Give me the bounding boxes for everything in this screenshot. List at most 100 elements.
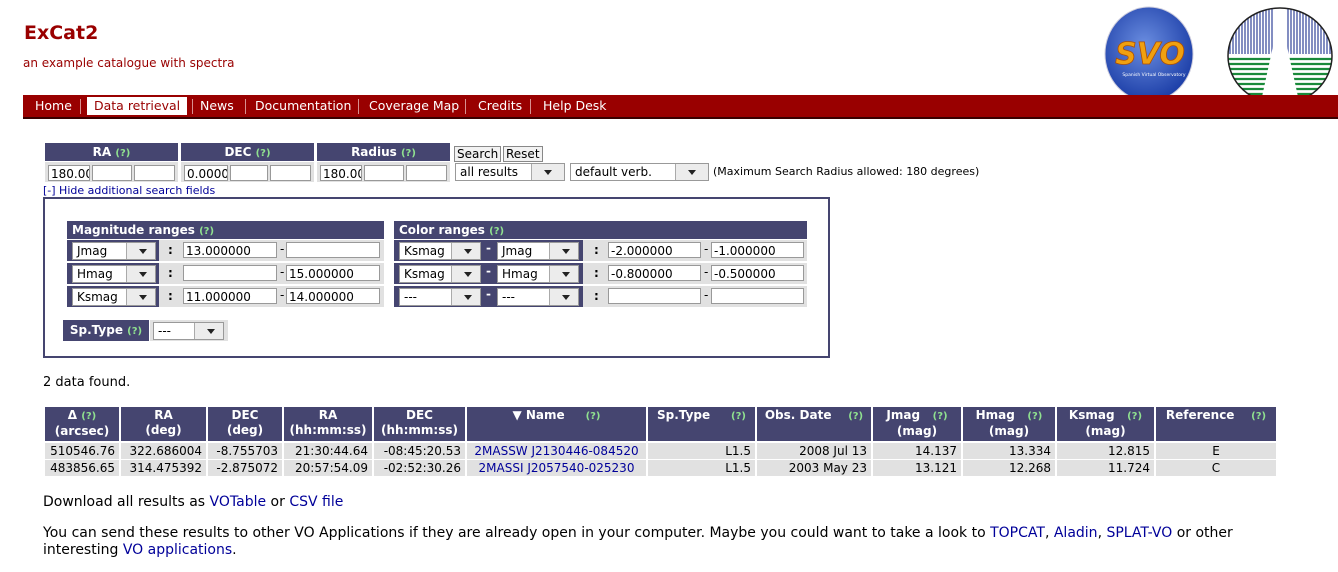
color-band-b-select-3[interactable]: --- [497, 288, 579, 306]
nav-coverage-map[interactable]: Coverage Map [369, 95, 459, 117]
table-cell: 322.686004 [121, 443, 206, 459]
chevron-down-icon [126, 266, 155, 282]
dec-seconds-input[interactable] [270, 165, 311, 181]
color-max-input-2[interactable]: -0.500000 [711, 265, 804, 281]
table-cell: L1.5 [648, 443, 755, 459]
aladin-link[interactable]: Aladin [1054, 525, 1098, 541]
dec-degrees-input[interactable]: 0.0000 [184, 165, 228, 181]
col-header-name[interactable]: ▼ Name (?) [467, 407, 646, 441]
col-header-dec-hms[interactable]: DEC (hh:mm:ss) [374, 407, 465, 441]
radius-header: Radius (?) [317, 143, 450, 161]
colon-separator: : [168, 289, 173, 303]
color-band-b-select-2[interactable]: Hmag [497, 265, 579, 283]
col-header-obs-date[interactable]: Obs. Date (?) [757, 407, 871, 441]
color-band-a-select-1[interactable]: Ksmag [399, 242, 481, 260]
color-max-input-1[interactable]: -1.000000 [711, 242, 804, 258]
results-select[interactable]: all results [455, 163, 565, 181]
svo-logo[interactable]: SVO Spanish Virtual Observatory [1104, 6, 1194, 102]
dash-separator: - [280, 265, 285, 279]
dec-minutes-input[interactable] [230, 165, 268, 181]
votable-link[interactable]: VOTable [210, 494, 267, 510]
search-button[interactable]: Search [454, 146, 502, 162]
col-header-reference[interactable]: Reference (?) [1156, 407, 1276, 441]
colon-separator: : [168, 266, 173, 280]
mag-help[interactable]: (?) [199, 226, 214, 237]
color-band-a-select-2[interactable]: Ksmag [399, 265, 481, 283]
col-header-hmag[interactable]: Hmag (?) (mag) [963, 407, 1055, 441]
dash-separator: - [280, 242, 285, 256]
object-name-link[interactable]: 2MASSI J2057540-025230 [479, 461, 635, 475]
reset-button[interactable]: Reset [503, 146, 543, 162]
radius-min-input[interactable] [364, 165, 404, 181]
table-cell: 21:30:44.64 [284, 443, 372, 459]
ra-minutes-input[interactable] [92, 165, 132, 181]
radius-help[interactable]: (?) [401, 148, 416, 159]
nav-documentation[interactable]: Documentation [255, 95, 351, 117]
sptype-help[interactable]: (?) [127, 326, 142, 337]
radius-sec-input[interactable] [406, 165, 447, 181]
toggle-additional-fields-link[interactable]: [-] Hide additional search fields [43, 184, 215, 197]
ra-help[interactable]: (?) [115, 148, 130, 159]
table-cell: 483856.65 [45, 460, 119, 476]
nav-help-desk[interactable]: Help Desk [543, 95, 607, 117]
table-cell: 12.268 [963, 460, 1055, 476]
mag-max-input-3[interactable]: 14.000000 [286, 288, 380, 304]
vo-applications-link[interactable]: VO applications [123, 542, 232, 558]
table-cell: -08:45:20.53 [374, 443, 465, 459]
mag-min-input-1[interactable]: 13.000000 [183, 242, 277, 258]
mag-max-input-1[interactable] [286, 242, 380, 258]
topcat-link[interactable]: TOPCAT [990, 525, 1045, 541]
cab-logo[interactable] [1224, 6, 1336, 106]
splat-link[interactable]: SPLAT-VO [1106, 525, 1172, 541]
main-navbar: Home Data retrieval News Documentation C… [23, 95, 1338, 119]
ra-seconds-input[interactable] [134, 165, 175, 181]
table-cell: L1.5 [648, 460, 755, 476]
ra-header: RA (?) [45, 143, 178, 161]
magnitude-ranges-header: Magnitude ranges (?) [67, 221, 384, 239]
mag-min-input-3[interactable]: 11.000000 [183, 288, 277, 304]
color-band-a-select-3[interactable]: --- [399, 288, 481, 306]
color-max-input-3[interactable] [711, 288, 804, 304]
table-cell: 2008 Jul 13 [757, 443, 871, 459]
col-header-sptype[interactable]: Sp.Type (?) [648, 407, 755, 441]
dash-separator: - [486, 287, 491, 301]
ra-hours-input[interactable]: 180.00 [48, 165, 90, 181]
dec-help[interactable]: (?) [256, 148, 271, 159]
download-line: Download all results as VOTable or CSV f… [43, 494, 344, 510]
col-header-delta[interactable]: Δ (?) (arcsec) [45, 407, 119, 441]
color-min-input-2[interactable]: -0.800000 [608, 265, 701, 281]
color-min-input-1[interactable]: -2.000000 [608, 242, 701, 258]
color-help[interactable]: (?) [489, 226, 504, 237]
mag-band-select-1[interactable]: Jmag [72, 242, 156, 260]
colon-separator: : [594, 289, 599, 303]
radius-deg-input[interactable]: 180.00 [320, 165, 362, 181]
mag-band-select-2[interactable]: Hmag [72, 265, 156, 283]
nav-data-retrieval[interactable]: Data retrieval [87, 97, 188, 115]
col-header-ra-deg[interactable]: RA (deg) [121, 407, 206, 441]
color-min-input-3[interactable] [608, 288, 701, 304]
nav-credits[interactable]: Credits [478, 95, 522, 117]
mag-min-input-2[interactable] [183, 265, 277, 281]
table-cell: 2003 May 23 [757, 460, 871, 476]
col-header-dec-deg[interactable]: DEC (deg) [208, 407, 282, 441]
sptype-select[interactable]: --- [153, 322, 224, 340]
csv-link[interactable]: CSV file [289, 494, 343, 510]
mag-band-select-3[interactable]: Ksmag [72, 288, 156, 306]
col-header-ra-hms[interactable]: RA (hh:mm:ss) [284, 407, 372, 441]
verbosity-select[interactable]: default verb. [570, 163, 709, 181]
table-cell: -2.875072 [208, 460, 282, 476]
col-header-jmag[interactable]: Jmag (?) (mag) [873, 407, 961, 441]
svo-logo-text: SVO [1115, 37, 1185, 72]
mag-max-input-2[interactable]: 15.000000 [286, 265, 380, 281]
site-title: ExCat2 [24, 22, 99, 44]
chevron-down-icon [675, 164, 708, 180]
object-name-link[interactable]: 2MASSW J2130446-084520 [474, 444, 638, 458]
colon-separator: : [168, 243, 173, 257]
chevron-down-icon [549, 289, 578, 305]
nav-news[interactable]: News [200, 95, 234, 117]
col-header-ksmag[interactable]: Ksmag (?) (mag) [1057, 407, 1154, 441]
color-band-b-select-1[interactable]: Jmag [497, 242, 579, 260]
nav-home[interactable]: Home [35, 95, 72, 117]
chevron-down-icon [126, 243, 155, 259]
chevron-down-icon [451, 289, 480, 305]
